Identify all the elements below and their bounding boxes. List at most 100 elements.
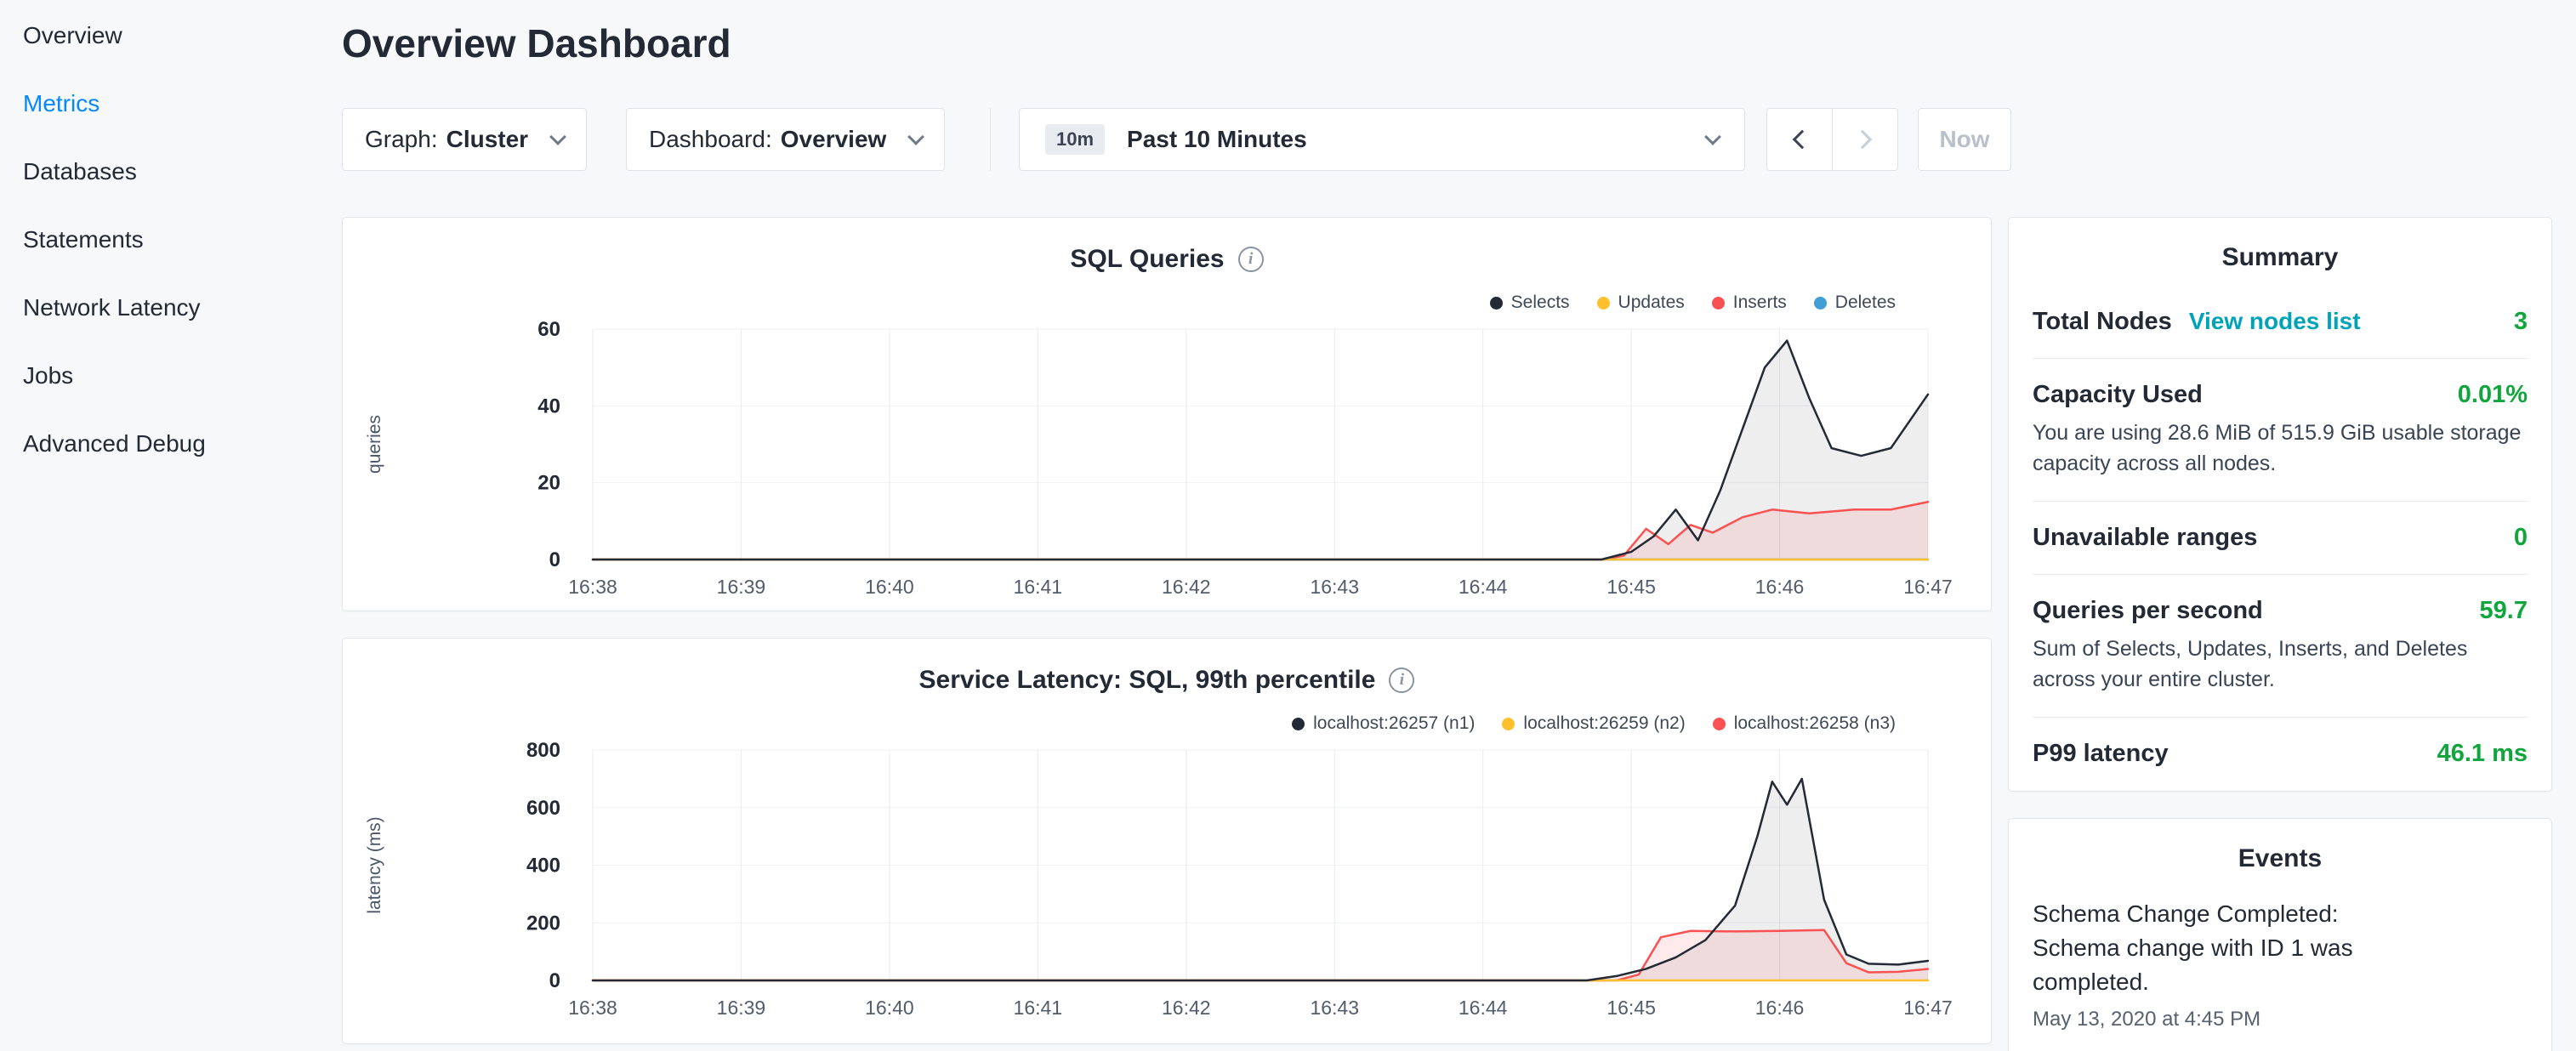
legend-item: localhost:26259 (n2)	[1502, 713, 1685, 734]
svg-text:16:38: 16:38	[568, 997, 617, 1019]
legend-label: Selects	[1511, 293, 1570, 313]
svg-text:600: 600	[526, 797, 560, 820]
now-button[interactable]: Now	[1918, 108, 2011, 171]
svg-text:16:47: 16:47	[1903, 576, 1953, 598]
summary-label: Unavailable ranges	[2033, 524, 2257, 552]
legend-label: Deletes	[1835, 293, 1896, 313]
sidebar-item-advanced-debug[interactable]: Advanced Debug	[0, 410, 340, 478]
legend-label: Inserts	[1733, 293, 1787, 313]
time-back-button[interactable]	[1766, 108, 1833, 171]
service-latency-chart-card: Service Latency: SQL, 99th percentile i …	[342, 638, 1992, 1044]
svg-text:400: 400	[526, 855, 560, 878]
event-item: Schema Change Completed: Schema change w…	[2033, 897, 2528, 1031]
time-nav-group	[1766, 108, 1898, 171]
svg-text:queries: queries	[365, 415, 384, 474]
legend-dot-icon	[1814, 297, 1827, 310]
summary-value: 0	[2514, 524, 2528, 552]
svg-text:200: 200	[526, 912, 560, 935]
sidebar-item-network-latency[interactable]: Network Latency	[0, 274, 340, 342]
summary-row-queries-per-second: Queries per second 59.7 Sum of Selects, …	[2033, 575, 2528, 718]
chevron-left-icon	[1793, 130, 1812, 150]
svg-text:0: 0	[549, 969, 560, 992]
sidebar-item-overview[interactable]: Overview	[0, 2, 340, 70]
chevron-down-icon	[549, 128, 566, 145]
summary-label: P99 latency	[2033, 740, 2169, 768]
sql-queries-plot[interactable]: 020406016:3816:3916:4016:4116:4216:4316:…	[343, 320, 1993, 612]
summary-description: Sum of Selects, Updates, Inserts, and De…	[2033, 633, 2528, 695]
info-icon[interactable]: i	[1389, 668, 1414, 693]
summary-value: 3	[2514, 308, 2528, 336]
legend-item: Inserts	[1712, 293, 1787, 313]
summary-value: 0.01%	[2458, 381, 2528, 409]
svg-text:16:41: 16:41	[1014, 997, 1063, 1019]
info-icon[interactable]: i	[1238, 247, 1264, 272]
app-root: Overview Metrics Databases Statements Ne…	[0, 0, 2576, 1051]
events-heading: Events	[2033, 819, 2528, 887]
legend-item: Selects	[1490, 293, 1570, 313]
summary-row-total-nodes: Total Nodes View nodes list 3	[2033, 286, 2528, 359]
summary-label: Capacity Used	[2033, 381, 2203, 409]
summary-value: 46.1 ms	[2437, 740, 2528, 768]
dashboard-dropdown[interactable]: Dashboard: Overview	[626, 108, 945, 171]
legend-label: localhost:26257 (n1)	[1313, 713, 1475, 734]
legend-item: Deletes	[1814, 293, 1896, 313]
sql-queries-chart-card: SQL Queries i Selects Updates Inserts Delet…	[342, 217, 1992, 611]
legend-label: localhost:26258 (n3)	[1734, 713, 1896, 734]
chart-title: SQL Queries	[1070, 245, 1224, 274]
graph-dropdown[interactable]: Graph: Cluster	[342, 108, 587, 171]
legend-dot-icon	[1712, 297, 1725, 310]
view-nodes-link[interactable]: View nodes list	[2189, 308, 2361, 335]
summary-row-p99-latency: P99 latency 46.1 ms	[2033, 718, 2528, 790]
event-text: Schema Change Completed: Schema change w…	[2033, 897, 2432, 999]
svg-text:16:45: 16:45	[1606, 576, 1656, 598]
graph-dropdown-label: Graph:	[365, 126, 438, 153]
sidebar-item-statements[interactable]: Statements	[0, 206, 340, 274]
time-range-dropdown[interactable]: 10m Past 10 Minutes	[1019, 108, 1745, 171]
sidebar-item-metrics[interactable]: Metrics	[0, 70, 340, 138]
svg-text:16:45: 16:45	[1606, 997, 1656, 1019]
svg-text:40: 40	[537, 395, 560, 418]
chevron-down-icon	[1704, 128, 1721, 145]
legend-dot-icon	[1713, 718, 1726, 730]
chart-title: Service Latency: SQL, 99th percentile	[919, 666, 1376, 695]
svg-text:16:42: 16:42	[1162, 997, 1211, 1019]
dashboard-dropdown-value: Overview	[781, 126, 887, 153]
dashboard-dropdown-label: Dashboard:	[649, 126, 772, 153]
svg-text:0: 0	[549, 548, 560, 571]
page-title: Overview Dashboard	[342, 22, 731, 65]
summary-label: Total Nodes	[2033, 308, 2172, 336]
chart-legend: localhost:26257 (n1) localhost:26259 (n2)…	[1292, 713, 1896, 734]
chevron-right-icon	[1853, 130, 1873, 150]
legend-item: localhost:26258 (n3)	[1713, 713, 1896, 734]
legend-label: localhost:26259 (n2)	[1523, 713, 1685, 734]
svg-text:16:40: 16:40	[865, 576, 914, 598]
svg-text:latency (ms): latency (ms)	[365, 816, 384, 913]
controls-bar: Graph: Cluster Dashboard: Overview 10m P…	[342, 108, 2011, 171]
svg-text:16:44: 16:44	[1459, 576, 1508, 598]
sidebar: Overview Metrics Databases Statements Ne…	[0, 0, 340, 1051]
svg-text:16:43: 16:43	[1310, 576, 1359, 598]
sidebar-item-jobs[interactable]: Jobs	[0, 342, 340, 410]
summary-value: 59.7	[2480, 597, 2528, 625]
sidebar-item-databases[interactable]: Databases	[0, 138, 340, 206]
svg-text:16:46: 16:46	[1755, 997, 1805, 1019]
svg-text:16:42: 16:42	[1162, 576, 1211, 598]
time-forward-button[interactable]	[1832, 108, 1898, 171]
svg-text:16:40: 16:40	[865, 997, 914, 1019]
controls-divider	[990, 108, 991, 171]
event-timestamp: May 13, 2020 at 4:45 PM	[2033, 1008, 2528, 1031]
time-range-badge: 10m	[1045, 124, 1105, 155]
svg-text:20: 20	[537, 472, 560, 495]
svg-text:16:39: 16:39	[717, 576, 766, 598]
svg-text:16:41: 16:41	[1014, 576, 1063, 598]
svg-text:800: 800	[526, 741, 560, 762]
legend-dot-icon	[1490, 297, 1503, 310]
chevron-down-icon	[907, 128, 924, 145]
svg-text:16:39: 16:39	[717, 997, 766, 1019]
summary-row-unavailable-ranges: Unavailable ranges 0	[2033, 502, 2528, 575]
chart-legend: Selects Updates Inserts Deletes	[1490, 293, 1896, 313]
summary-description: You are using 28.6 MiB of 515.9 GiB usab…	[2033, 418, 2528, 479]
summary-row-capacity-used: Capacity Used 0.01% You are using 28.6 M…	[2033, 359, 2528, 502]
service-latency-plot[interactable]: 0 200 400 600 800 16:38 16:39 16:40 16:41 16:42 16…	[343, 741, 1993, 1033]
legend-label: Updates	[1618, 293, 1685, 313]
